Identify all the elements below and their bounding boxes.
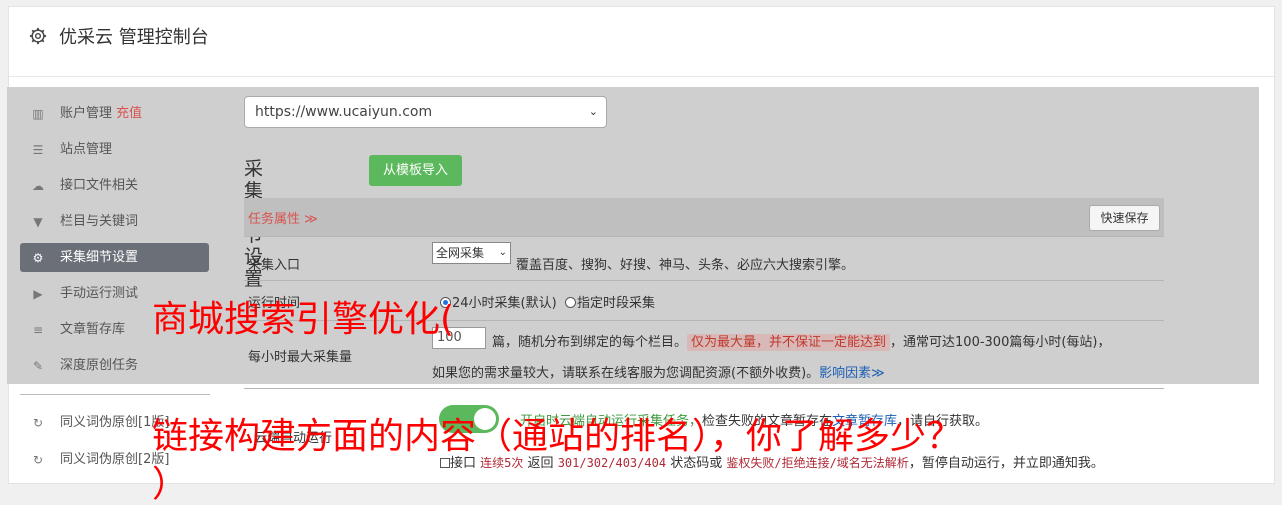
entry-select-value: 全网采集 xyxy=(436,246,485,260)
overlay-title-line-1: 商城搜索引擎优化( xyxy=(152,299,455,340)
sidebar-divider xyxy=(20,394,210,395)
factors-link[interactable]: 影响因素≫ xyxy=(819,366,885,381)
sidebar-item-label: 文章暂存库 xyxy=(60,322,126,337)
entry-select[interactable]: 全网采集 ⌄ xyxy=(432,242,511,264)
sidebar-item-label: 接口文件相关 xyxy=(60,178,139,193)
max-per-hour-label: 每小时最大采集量 xyxy=(248,350,353,365)
table-header: 任务属性 ≫ 快速保存 xyxy=(244,198,1164,236)
entry-description: 覆盖百度、搜狗、好搜、神马、头条、必应六大搜索引擎。 xyxy=(516,258,855,273)
quick-save-button[interactable]: 快速保存 xyxy=(1089,205,1160,231)
overlay-title-line-3: ） xyxy=(152,464,189,505)
entry-label: 采集入口 xyxy=(248,258,301,273)
cloud-upload-icon: ☁ xyxy=(32,179,44,193)
row-divider xyxy=(244,388,1164,389)
iface-text-2: 返回 xyxy=(527,456,554,471)
sidebar-item-label: 栏目与关键词 xyxy=(60,214,139,229)
sidebar-item-label: 站点管理 xyxy=(60,142,113,157)
row-divider xyxy=(244,236,1164,237)
max-per-hour-line-1: 篇，随机分布到绑定的每个栏目。 仅为最大量，并不保证一定能达到 ，通常可达100-3… xyxy=(492,331,1111,351)
gear-icon xyxy=(29,27,47,45)
console-header: 优采云 管理控制台 xyxy=(9,7,1274,77)
iface-text-3: 状态码或 xyxy=(670,456,723,471)
sidebar-item-account[interactable]: ▥ 账户管理 充值 xyxy=(20,99,209,128)
iface-tag-2: 鉴权失败/拒绝连接/域名无法解析 xyxy=(726,456,909,470)
edit-icon: ✎ xyxy=(32,359,44,373)
max-text-1: 篇，随机分布到绑定的每个栏目。 xyxy=(492,335,688,350)
notify-checkbox[interactable] xyxy=(440,458,450,468)
radio-scheduled[interactable] xyxy=(564,297,576,308)
bar-chart-icon: ▥ xyxy=(32,107,44,121)
iface-status-codes: 301/302/403/404 xyxy=(557,456,667,470)
radio-scheduled-label: 指定时段采集 xyxy=(576,296,655,311)
refresh-icon: ↻ xyxy=(32,416,44,430)
tab-task-attributes[interactable]: 任务属性 ≫ xyxy=(248,208,318,227)
sidebar-item-interface-files[interactable]: ☁ 接口文件相关 xyxy=(20,171,209,200)
run-time-options: 24小时采集(默认) 指定时段采集 xyxy=(440,292,655,311)
database-icon: ≡ xyxy=(32,323,44,337)
iface-text-4: ，暂停自动运行，并立即通知我。 xyxy=(908,456,1104,471)
sidebar-item-sites[interactable]: ☰ 站点管理 xyxy=(20,135,209,164)
import-template-button[interactable]: 从模板导入 xyxy=(369,155,462,186)
sidebar-item-label: 深度原创任务 xyxy=(60,358,139,373)
max-per-hour-line-2: 如果您的需求量较大，请联系在线客服为您调配资源(不额外收费)。影响因素≫ xyxy=(432,362,885,381)
play-circle-icon: ▶ xyxy=(33,287,43,301)
refresh-icon: ↻ xyxy=(32,453,44,467)
max-text-2: ，通常可达100-300篇每小时(每站)， xyxy=(890,335,1111,350)
sidebar-item-label: 账户管理 xyxy=(60,106,113,121)
chevron-down-icon: ⌄ xyxy=(498,247,507,258)
site-select-value: https://www.ucaiyun.com xyxy=(255,104,433,120)
sidebar-item-label: 采集细节设置 xyxy=(60,250,139,265)
server-icon: ☰ xyxy=(32,143,44,157)
sidebar-item-deep-original[interactable]: ✎ 深度原创任务 xyxy=(20,351,209,380)
max-text-3: 如果您的需求量较大，请联系在线客服为您调配资源(不额外收费)。 xyxy=(432,366,820,381)
sidebar-item-columns-keywords[interactable]: ▼ 栏目与关键词 xyxy=(20,207,209,236)
max-warning-tag: 仅为最大量，并不保证一定能达到 xyxy=(687,334,891,351)
iface-tag-1: 连续5次 xyxy=(480,456,524,470)
radio-24h-label: 24小时采集(默认) xyxy=(452,296,557,311)
page-title: 优采云 管理控制台 xyxy=(59,27,209,48)
row-divider xyxy=(244,280,1164,281)
sidebar-item-collect-settings[interactable]: ⚙ 采集细节设置 xyxy=(20,243,209,272)
site-select[interactable]: https://www.ucaiyun.com ⌄ xyxy=(244,96,607,128)
iface-text-1: 接口 xyxy=(450,456,477,471)
filter-icon: ▼ xyxy=(33,215,43,229)
overlay-title-line-2: 链接构建方面的内容（通站的排名），你了解多少？ xyxy=(152,416,963,457)
chevron-down-icon: ⌄ xyxy=(588,105,598,118)
cogs-icon: ⚙ xyxy=(32,251,44,265)
recharge-link[interactable]: 充值 xyxy=(116,106,142,121)
sidebar-item-label: 手动运行测试 xyxy=(60,286,139,301)
